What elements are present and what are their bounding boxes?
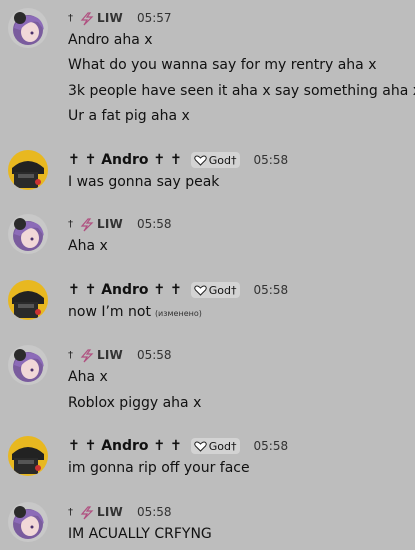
heart-icon bbox=[194, 441, 207, 452]
god-tag-label: God† bbox=[208, 283, 237, 297]
message-header: ✝ ✝ Andro ✝ ✝ God† 05:58 bbox=[68, 436, 288, 456]
message-header: † LIW 05:58 bbox=[68, 345, 172, 365]
lightning-icon bbox=[79, 348, 95, 363]
timestamp: 05:58 bbox=[253, 153, 289, 167]
cross-prefix: † bbox=[68, 218, 73, 230]
message-text: Andro aha x bbox=[68, 32, 153, 48]
liw-avatar[interactable] bbox=[8, 214, 48, 254]
lightning-icon bbox=[79, 217, 95, 232]
andro-avatar[interactable] bbox=[8, 436, 48, 476]
message-text: Ur a fat pig aha x bbox=[68, 108, 190, 124]
message-header: ✝ ✝ Andro ✝ ✝ God† 05:58 bbox=[68, 280, 288, 300]
lightning-icon bbox=[79, 505, 95, 520]
edited-label: (изменено) bbox=[154, 309, 202, 318]
liw-avatar[interactable] bbox=[8, 502, 48, 542]
message-text: Aha x bbox=[68, 369, 108, 385]
heart-icon bbox=[194, 285, 207, 296]
message-header: ✝ ✝ Andro ✝ ✝ God† 05:58 bbox=[68, 150, 288, 170]
message-text: im gonna rip off your face bbox=[68, 460, 250, 476]
god-tag-badge: God† bbox=[190, 152, 240, 168]
liw-avatar[interactable] bbox=[8, 345, 48, 385]
liw-avatar[interactable] bbox=[8, 8, 48, 48]
message-text: Aha x bbox=[68, 238, 108, 254]
message-header: † LIW 05:57 bbox=[68, 8, 172, 28]
timestamp: 05:58 bbox=[136, 217, 172, 231]
message-text: Roblox piggy aha x bbox=[68, 395, 202, 411]
cross-prefix: † bbox=[68, 349, 73, 361]
message-text: IM ACUALLY CRFYNG bbox=[68, 526, 212, 542]
timestamp: 05:57 bbox=[136, 11, 172, 25]
message-header: † LIW 05:58 bbox=[68, 502, 172, 522]
andro-avatar[interactable] bbox=[8, 280, 48, 320]
username-liw[interactable]: LIW bbox=[97, 348, 123, 362]
god-tag-badge: God† bbox=[190, 282, 240, 298]
cross-prefix: † bbox=[68, 506, 73, 518]
timestamp: 05:58 bbox=[253, 283, 289, 297]
username-andro[interactable]: ✝ ✝ Andro ✝ ✝ bbox=[68, 438, 182, 454]
timestamp: 05:58 bbox=[136, 348, 172, 362]
cross-prefix: † bbox=[68, 12, 73, 24]
lightning-icon bbox=[79, 11, 95, 26]
god-tag-badge: God† bbox=[190, 438, 240, 454]
timestamp: 05:58 bbox=[136, 505, 172, 519]
message-body: now I’m not bbox=[68, 304, 151, 320]
message-text: What do you wanna say for my rentry aha … bbox=[68, 57, 377, 73]
username-liw[interactable]: LIW bbox=[97, 505, 123, 519]
username-andro[interactable]: ✝ ✝ Andro ✝ ✝ bbox=[68, 282, 182, 298]
chat-feed: † LIW 05:57 Andro aha x What do you wann… bbox=[0, 0, 415, 550]
timestamp: 05:58 bbox=[253, 439, 289, 453]
username-liw[interactable]: LIW bbox=[97, 11, 123, 25]
heart-icon bbox=[194, 155, 207, 166]
message-text: 3k people have seen it aha x say somethi… bbox=[68, 83, 415, 99]
message-text: I was gonna say peak bbox=[68, 174, 220, 190]
god-tag-label: God† bbox=[208, 439, 237, 453]
message-text: now I’m not (изменено) bbox=[68, 304, 202, 320]
username-liw[interactable]: LIW bbox=[97, 217, 123, 231]
username-andro[interactable]: ✝ ✝ Andro ✝ ✝ bbox=[68, 152, 182, 168]
message-header: † LIW 05:58 bbox=[68, 214, 172, 234]
god-tag-label: God† bbox=[208, 153, 237, 167]
andro-avatar[interactable] bbox=[8, 150, 48, 190]
